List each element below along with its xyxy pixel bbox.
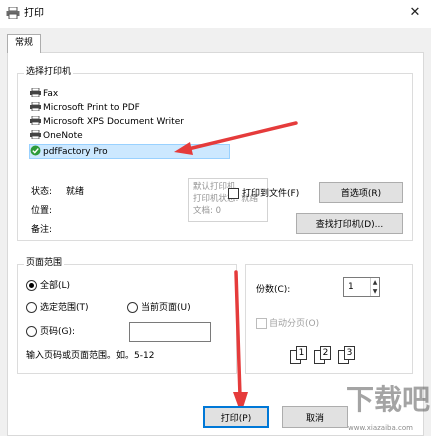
printer-item-fax[interactable]: Fax [30,87,58,101]
tab-general[interactable]: 常规 [7,34,41,53]
range-pages-label: 页码(G): [40,327,76,337]
window-title: 打印 [24,8,44,19]
select-printer-title: 选择打印机 [24,67,74,78]
print-to-file-checkbox[interactable] [228,188,239,199]
collate-label: 自动分页(O) [269,319,320,329]
printer-item-onenote[interactable]: OneNote [30,129,83,143]
status-value: 就绪 [66,187,85,197]
collate-page-3: 3 [344,346,355,360]
watermark-url: www.xiazaiba.com [348,424,413,432]
printer-tooltip: 默认打印机 打印机状态: 就绪 文档: 0 [188,178,268,222]
printer-item-xps-writer[interactable]: Microsoft XPS Document Writer [30,115,184,129]
stepper-up-icon[interactable]: ▲ [370,278,379,287]
range-selection-radio[interactable] [26,302,37,313]
printer-name: OneNote [43,131,83,141]
range-pages-radio[interactable] [26,326,37,337]
title-bar [0,0,431,28]
range-all-label: 全部(L) [40,281,71,291]
watermark-logo: 下载吧 [346,383,431,416]
printer-name: Microsoft Print to PDF [43,103,140,113]
range-selection-label: 选定范围(T) [40,303,89,313]
printer-icon [6,7,20,19]
find-printer-button[interactable]: 查找打印机(D)... [296,213,403,234]
stepper-down-icon[interactable]: ▼ [370,287,379,296]
fax-printer-icon [30,88,41,97]
printer-icon [30,116,41,125]
default-printer-check-icon [30,145,41,156]
printer-name: Fax [43,89,59,99]
range-current-page-label: 当前页面(U) [141,303,191,313]
comment-label: 备注: [31,225,53,235]
page-range-title: 页面范围 [24,258,65,269]
copies-label: 份数(C): [256,285,291,295]
printer-name: Microsoft XPS Document Writer [43,117,184,127]
close-button[interactable]: ✕ [404,3,426,23]
location-label: 位置: [31,206,53,216]
preferences-button[interactable]: 首选项(R) [319,182,403,203]
print-to-file-label: 打印到文件(F) [242,189,300,199]
copies-value: 1 [348,282,354,292]
page-range-hint: 输入页码或页面范围。如。5-12 [26,351,155,361]
annotation-arrow [233,270,248,414]
collate-illustration: 1 2 3 [288,344,372,370]
collate-page-1: 1 [296,346,307,360]
collate-page-2: 2 [320,346,331,360]
printer-icon [30,130,41,139]
page-range-input[interactable] [129,322,211,342]
cancel-button[interactable]: 取消 [282,406,348,428]
collate-checkbox[interactable] [256,318,267,329]
range-all-radio[interactable] [26,280,37,291]
annotation-arrow [174,121,298,155]
printer-name: pdfFactory Pro [43,147,108,157]
printer-icon [30,102,41,111]
printer-item-print-to-pdf[interactable]: Microsoft Print to PDF [30,101,140,115]
tooltip-line: 文档: 0 [193,206,221,216]
range-current-page-radio[interactable] [127,302,138,313]
print-button[interactable]: 打印(P) [203,406,269,428]
status-label: 状态: [31,187,53,197]
copies-stepper[interactable]: 1 ▲ ▼ [343,277,380,297]
